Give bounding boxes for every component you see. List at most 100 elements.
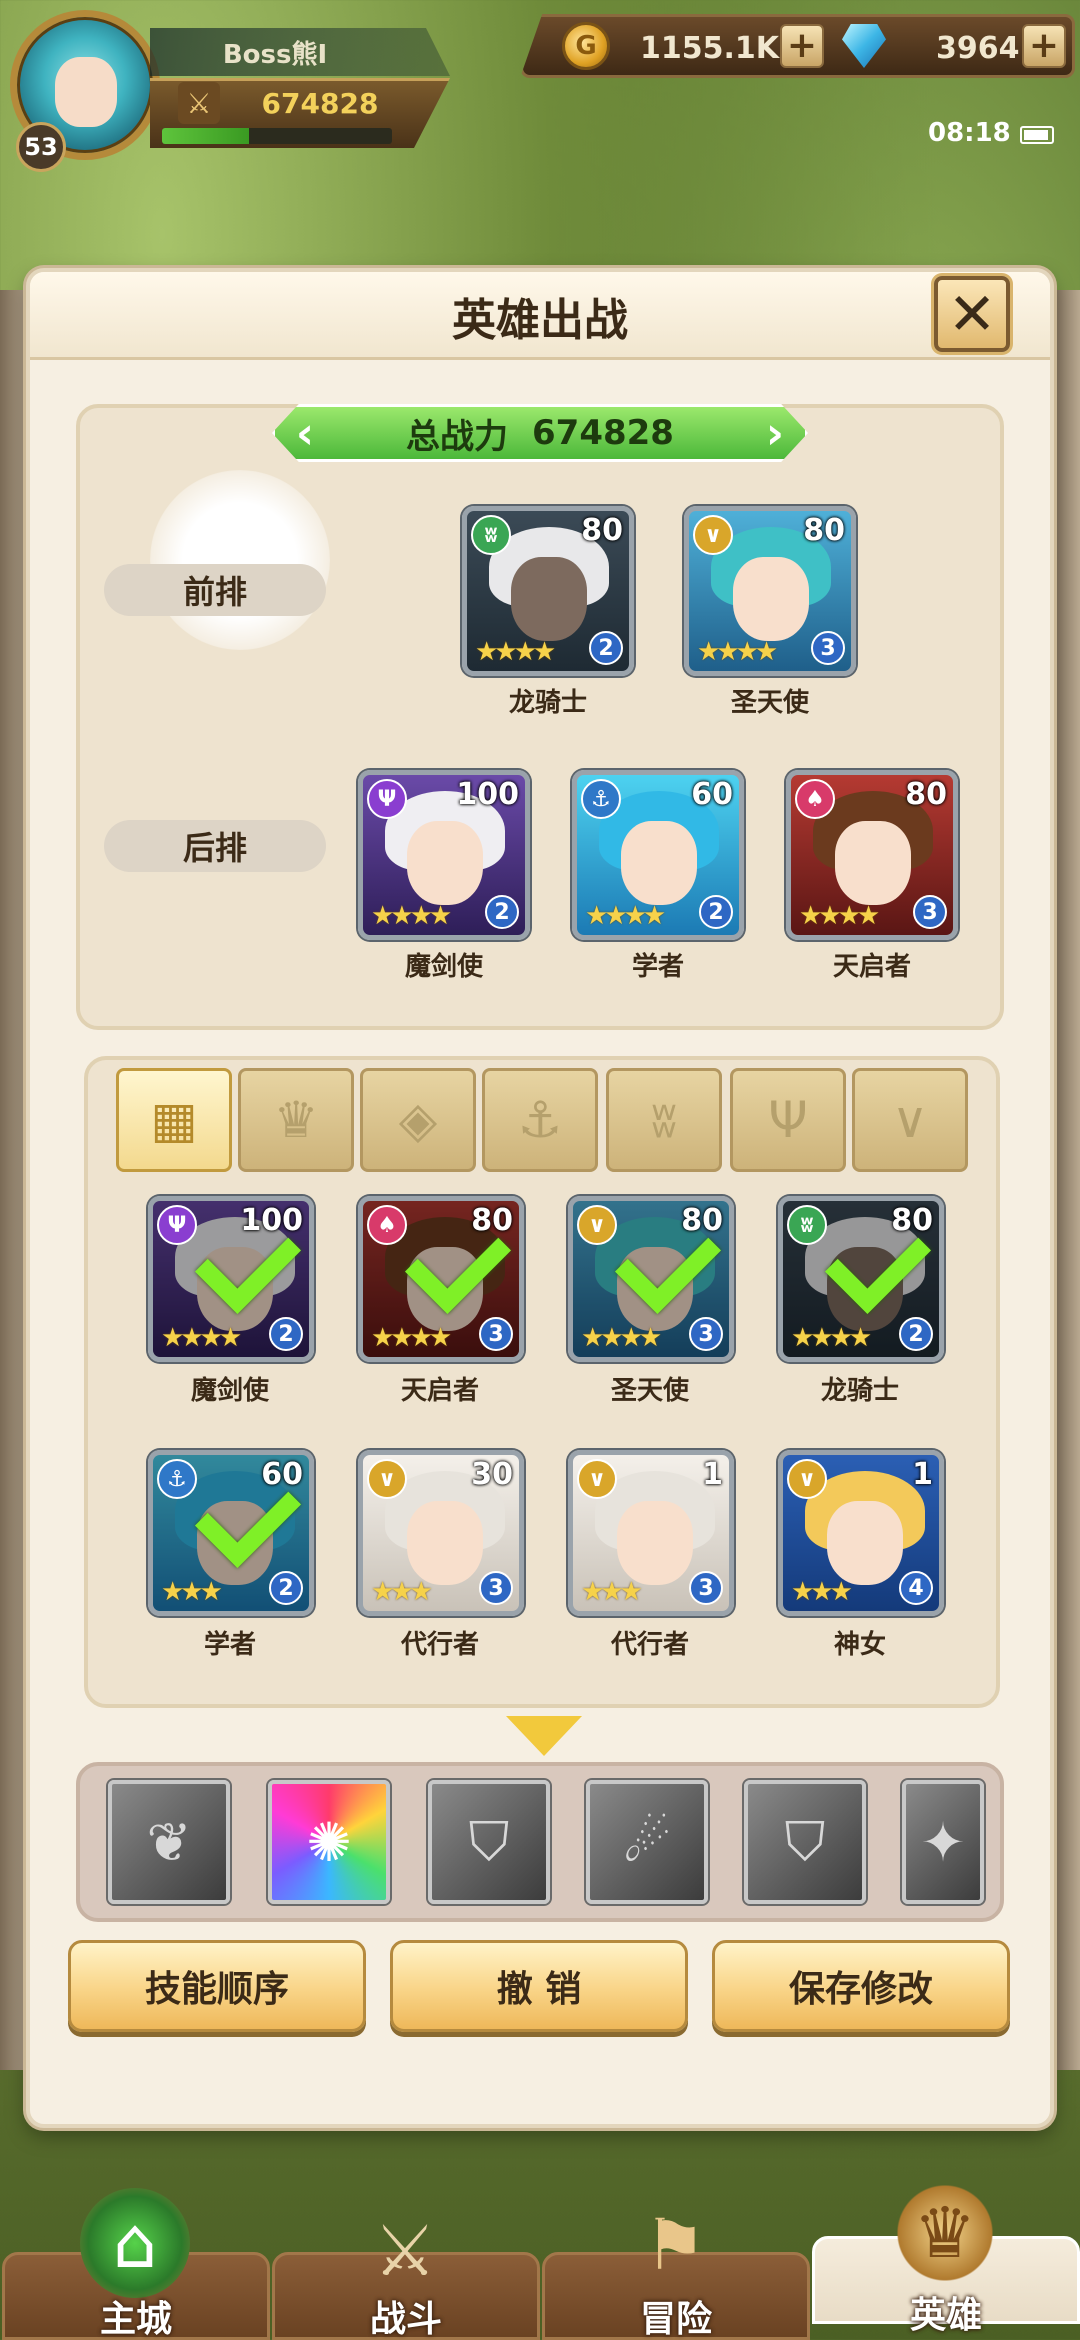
hero-stars: ★★★★ (791, 1323, 872, 1353)
nav-label-adventure: 冒险 (639, 2299, 712, 2340)
hero-rank: 3 (689, 1317, 723, 1351)
skill-icon[interactable]: ✦ (902, 1780, 984, 1904)
player-name: Boss熊I (222, 39, 328, 70)
hero-level: 1 (912, 1457, 933, 1492)
skill-icon[interactable]: ⛉ (744, 1780, 866, 1904)
hero-rank: 2 (699, 895, 733, 929)
hero-rank: 2 (899, 1317, 933, 1351)
save-changes-button[interactable]: 保存修改 (712, 1940, 1010, 2032)
hero-level: 100 (456, 777, 519, 812)
hero-stars: ★★★★ (161, 1323, 242, 1353)
undo-button[interactable]: 撤 销 (390, 1940, 688, 2032)
hero-name: 神女 (833, 1629, 886, 1660)
nav-label-city: 主城 (99, 2299, 172, 2340)
gold-amount: 1155.1K (640, 30, 780, 66)
close-button[interactable]: ✕ (934, 276, 1010, 352)
filter-all-button[interactable]: ▦ (116, 1068, 232, 1172)
adventure-map-icon: ⚑ (643, 2204, 707, 2286)
hero-helmet-icon: ♛ (890, 2178, 1000, 2288)
skill-order-button[interactable]: 技能顺序 (68, 1940, 366, 2032)
exp-bar (162, 128, 392, 144)
element-icon: Ψ (157, 1205, 197, 1245)
city-icon: ⌂ (80, 2188, 190, 2298)
element-icon: ∨ (577, 1205, 617, 1245)
gem-amount: 3964 (936, 30, 1020, 66)
roster-hero-card[interactable]: ⚓ 60 ★★★ 2 (148, 1450, 314, 1616)
clock: 08:18 (928, 118, 1011, 148)
add-gem-button[interactable]: + (1022, 24, 1066, 68)
hero-card-front-1[interactable]: ʬ 80 ★★★★ 2 (462, 506, 634, 676)
hero-name: 天启者 (832, 951, 911, 982)
hero-name: 学者 (631, 951, 684, 982)
exp-bar-fill (162, 128, 250, 144)
hero-card-back-1[interactable]: Ψ 100 ★★★★ 2 (358, 770, 530, 940)
filter-anchor-button[interactable]: ⚓ (482, 1068, 598, 1172)
hero-stars: ★★★★ (581, 1323, 662, 1353)
hero-rank: 2 (269, 1317, 303, 1351)
roster-hero-card[interactable]: ∨ 1 ★★★ 3 (568, 1450, 734, 1616)
element-icon: ʬ (471, 515, 511, 555)
filter-diamond-button[interactable]: ◈ (360, 1068, 476, 1172)
element-icon: ∨ (693, 515, 733, 555)
element-icon: ♠ (367, 1205, 407, 1245)
hero-rank: 3 (479, 1571, 513, 1605)
element-icon: ⚓ (581, 779, 621, 819)
filter-nature-button[interactable]: ♛ (238, 1068, 354, 1172)
add-gold-button[interactable]: + (780, 24, 824, 68)
element-icon: ∨ (577, 1459, 617, 1499)
skill-icon[interactable]: ☄ (586, 1780, 708, 1904)
skill-icon[interactable]: ❦ (108, 1780, 230, 1904)
hero-rank: 3 (913, 895, 947, 929)
hero-name: 圣天使 (610, 1375, 689, 1406)
hero-name: 魔剑使 (404, 951, 483, 982)
hero-card-back-3[interactable]: ♠ 80 ★★★★ 3 (786, 770, 958, 940)
hero-stars: ★★★★ (585, 901, 666, 931)
hero-card-front-2[interactable]: ∨ 80 ★★★★ 3 (684, 506, 856, 676)
hero-stars: ★★★ (161, 1577, 223, 1607)
dialog-title: 英雄出战 (452, 295, 628, 346)
hero-level: 60 (691, 777, 733, 812)
hero-card-back-2[interactable]: ⚓ 60 ★★★★ 2 (572, 770, 744, 940)
nav-label-hero: 英雄 (909, 2295, 982, 2336)
slot-glow (150, 470, 330, 650)
element-icon: ♠ (795, 779, 835, 819)
element-icon: ∨ (787, 1459, 827, 1499)
hero-level: 80 (803, 513, 845, 548)
back-row-label: 后排 (104, 820, 326, 872)
hero-stars: ★★★ (791, 1577, 853, 1607)
hero-name: 魔剑使 (190, 1375, 269, 1406)
hero-rank: 3 (479, 1317, 513, 1351)
roster-hero-card[interactable]: ∨ 1 ★★★ 4 (778, 1450, 944, 1616)
element-icon: Ψ (367, 779, 407, 819)
hero-stars: ★★★★ (475, 637, 556, 667)
roster-hero-card[interactable]: ♠ 80 ★★★★ 3 (358, 1196, 524, 1362)
filter-beast-button[interactable]: ʬ (606, 1068, 722, 1172)
total-power: 总战力 674828 (272, 404, 808, 462)
element-icon: ∨ (367, 1459, 407, 1499)
skill-icon[interactable]: ✺ (268, 1780, 390, 1904)
filter-demon-button[interactable]: Ψ (730, 1068, 846, 1172)
total-power-value: 674828 (532, 413, 674, 453)
total-power-label: 总战力 (406, 416, 509, 457)
hero-name: 学者 (203, 1629, 256, 1660)
player-level-badge: 53 (16, 122, 66, 172)
roster-hero-card[interactable]: Ψ 100 ★★★★ 2 (148, 1196, 314, 1362)
hero-name: 代行者 (400, 1629, 479, 1660)
filter-wing-button[interactable]: ∨ (852, 1068, 968, 1172)
front-row-label: 前排 (104, 564, 326, 616)
hero-name: 龙骑士 (508, 687, 587, 718)
hero-rank: 2 (485, 895, 519, 929)
roster-hero-card[interactable]: ∨ 80 ★★★★ 3 (568, 1196, 734, 1362)
hero-stars: ★★★★ (697, 637, 778, 667)
element-icon: ⚓ (157, 1459, 197, 1499)
roster-hero-card[interactable]: ʬ 80 ★★★★ 2 (778, 1196, 944, 1362)
hero-level: 30 (471, 1457, 513, 1492)
hero-stars: ★★★★ (799, 901, 880, 931)
skill-icon[interactable]: ⛉ (428, 1780, 550, 1904)
hero-rank: 3 (689, 1571, 723, 1605)
right-background-edge (1050, 290, 1080, 2070)
hero-name: 龙骑士 (820, 1375, 899, 1406)
roster-hero-card[interactable]: ∨ 30 ★★★ 3 (358, 1450, 524, 1616)
element-icon: ʬ (787, 1205, 827, 1245)
hero-stars: ★★★ (371, 1577, 433, 1607)
